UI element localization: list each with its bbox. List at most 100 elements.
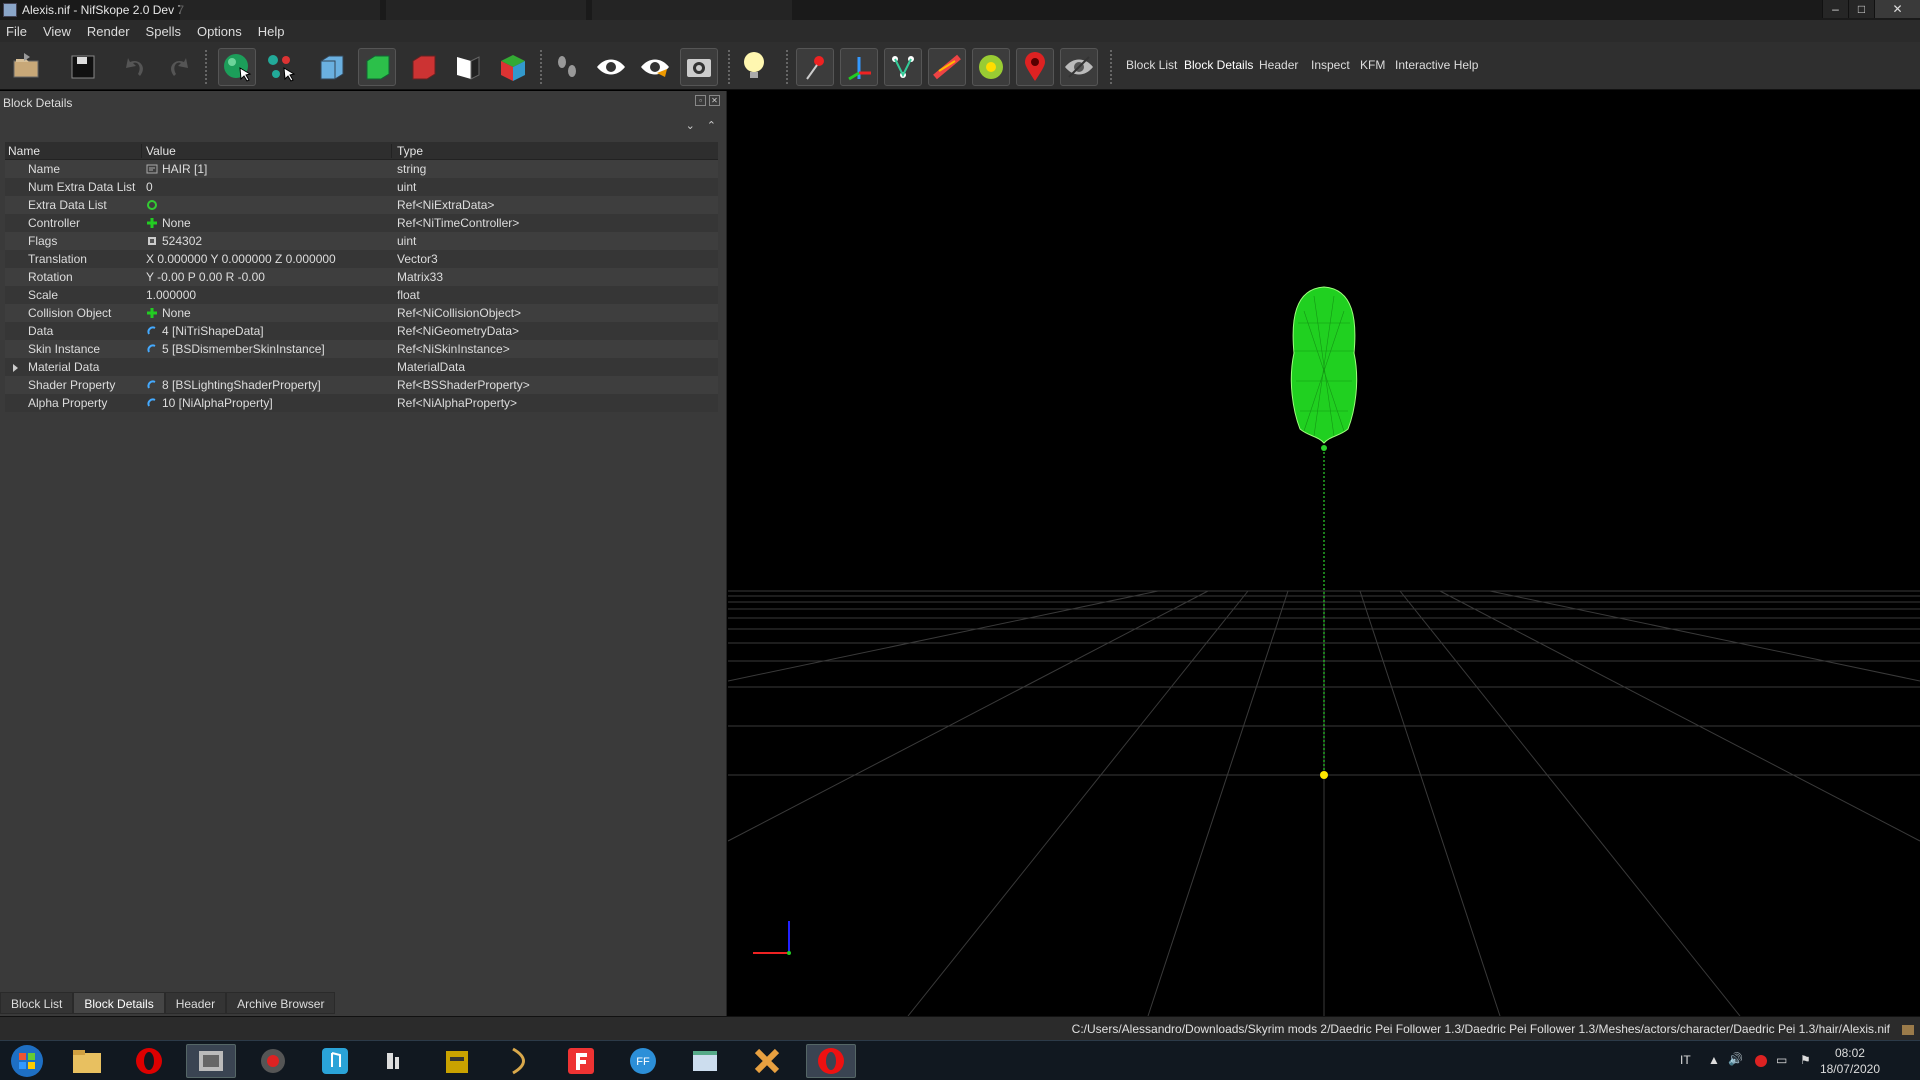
row-value[interactable]: 524302 (142, 234, 392, 248)
row-value[interactable] (142, 199, 392, 211)
close-button[interactable]: ✕ (1874, 0, 1920, 18)
row-value[interactable]: 1.000000 (142, 288, 392, 302)
menu-help[interactable]: Help (258, 24, 285, 39)
tab-block-list[interactable]: Block List (0, 992, 74, 1014)
video-editor-icon[interactable] (186, 1044, 236, 1078)
menu-view[interactable]: View (43, 24, 71, 39)
menu-file[interactable]: File (6, 24, 27, 39)
toolbar-link-interactive-help[interactable]: Interactive Help (1395, 58, 1478, 72)
nodes-icon[interactable] (884, 48, 922, 86)
table-row[interactable]: Translation X 0.000000 Y 0.000000 Z 0.000… (5, 250, 718, 268)
tab-header[interactable]: Header (164, 992, 227, 1014)
row-value[interactable]: None (142, 306, 392, 320)
furniture-icon[interactable] (1016, 48, 1054, 86)
antivirus-tray-icon[interactable] (1754, 1054, 1768, 1080)
audio-tool-icon[interactable] (370, 1044, 420, 1078)
toolbar-link-block-list[interactable]: Block List (1126, 58, 1177, 72)
table-row[interactable]: Scale 1.000000 float (5, 286, 718, 304)
redo-icon[interactable] (160, 48, 198, 86)
view-solid-icon[interactable] (358, 48, 396, 86)
action-center-flag-icon[interactable]: ⚑ (1800, 1053, 1811, 1080)
system-clock[interactable]: 08:02 18/07/2020 (1820, 1045, 1880, 1077)
toolbar-link-header[interactable]: Header (1259, 58, 1298, 72)
table-row[interactable]: Alpha Property 10 [NiAlphaProperty] Ref<Ni… (5, 394, 718, 412)
view-flat-icon[interactable] (404, 48, 442, 86)
column-header-value[interactable]: Value (142, 143, 392, 158)
language-indicator[interactable]: IT (1680, 1053, 1691, 1080)
game-icon[interactable] (248, 1044, 298, 1078)
save-icon[interactable] (64, 48, 102, 86)
eye-hidden-icon[interactable] (636, 48, 674, 86)
hidden-icon[interactable] (1060, 48, 1098, 86)
table-row[interactable]: Num Extra Data List 0 uint (5, 178, 718, 196)
expand-arrow-icon[interactable] (13, 364, 18, 372)
table-row[interactable]: Skin Instance 5 [BSDismemberSkinInstance]… (5, 340, 718, 358)
column-header-name[interactable]: Name (5, 143, 142, 158)
table-row[interactable]: Name HAIR [1] string (5, 160, 718, 178)
opera-icon[interactable] (124, 1044, 174, 1078)
select-vertex-icon[interactable] (262, 48, 300, 86)
archive-icon[interactable] (432, 1044, 482, 1078)
row-value[interactable]: 10 [NiAlphaProperty] (142, 396, 392, 410)
footsteps-icon[interactable] (548, 48, 586, 86)
dock-close-button[interactable]: ✕ (709, 95, 720, 106)
table-row[interactable]: Collision Object None Ref<NiCollisionObjec… (5, 304, 718, 322)
constraints-icon[interactable] (928, 48, 966, 86)
table-row[interactable]: Data 4 [NiTriShapeData] Ref<NiGeometryData… (5, 322, 718, 340)
row-value[interactable]: Y -0.00 P 0.00 R -0.00 (142, 270, 392, 284)
row-value[interactable]: 0 (142, 180, 392, 194)
3d-viewport[interactable] (728, 91, 1920, 1016)
tab-block-details[interactable]: Block Details (73, 992, 165, 1014)
resize-grip[interactable] (1902, 1025, 1914, 1035)
row-value[interactable]: 4 [NiTriShapeData] (142, 324, 392, 338)
select-object-icon[interactable] (218, 48, 256, 86)
bow-icon[interactable] (494, 1044, 544, 1078)
toolbar-link-block-details[interactable]: Block Details (1184, 58, 1253, 72)
tray-expand-icon[interactable]: ▲ (1708, 1053, 1720, 1080)
undo-icon[interactable] (116, 48, 154, 86)
expand-all-icon[interactable]: ⌄ (686, 119, 695, 132)
nifskope-icon[interactable] (742, 1044, 792, 1078)
menu-render[interactable]: Render (87, 24, 130, 39)
music-icon[interactable] (310, 1044, 360, 1078)
row-value[interactable]: X 0.000000 Y 0.000000 Z 0.000000 (142, 252, 392, 266)
ffdec-icon[interactable]: FF (618, 1044, 668, 1078)
table-row[interactable]: Material Data MaterialData (5, 358, 718, 376)
table-row[interactable]: Rotation Y -0.00 P 0.00 R -0.00 Matrix33 (5, 268, 718, 286)
row-value[interactable]: 5 [BSDismemberSkinInstance] (142, 342, 392, 356)
tab-archive-browser[interactable]: Archive Browser (226, 992, 336, 1014)
minimize-button[interactable]: – (1822, 0, 1848, 18)
table-row[interactable]: Extra Data List Ref<NiExtraData> (5, 196, 718, 214)
volume-icon[interactable]: 🔊 (1728, 1052, 1743, 1080)
load-icon[interactable] (8, 48, 46, 86)
view-wireframe-icon[interactable] (312, 48, 350, 86)
table-row[interactable]: Shader Property 8 [BSLightingShaderProper… (5, 376, 718, 394)
fraps-icon[interactable] (556, 1044, 606, 1078)
collapse-all-icon[interactable]: ⌃ (707, 119, 716, 132)
toolbar-link-kfm[interactable]: KFM (1360, 58, 1385, 72)
opera-icon[interactable] (806, 1044, 856, 1078)
axes-icon[interactable] (840, 48, 878, 86)
view-textured-icon[interactable] (494, 48, 532, 86)
screenshot-icon[interactable] (680, 48, 718, 86)
view-back-icon[interactable] (448, 48, 486, 86)
toolbar-link-inspect[interactable]: Inspect (1311, 58, 1350, 72)
light-icon[interactable] (736, 48, 774, 86)
collision-icon[interactable] (796, 48, 834, 86)
window-app-icon[interactable] (680, 1044, 730, 1078)
markers-icon[interactable] (972, 48, 1010, 86)
menu-spells[interactable]: Spells (146, 24, 181, 39)
table-row[interactable]: Controller None Ref<NiTimeController> (5, 214, 718, 232)
row-value[interactable]: 8 [BSLightingShaderProperty] (142, 378, 392, 392)
column-header-type[interactable]: Type (392, 144, 718, 158)
eye-icon[interactable] (592, 48, 630, 86)
dock-float-button[interactable]: ▫ (695, 95, 706, 106)
file-explorer-icon[interactable] (62, 1044, 112, 1078)
row-value[interactable]: HAIR [1] (142, 162, 392, 176)
row-value[interactable]: None (142, 216, 392, 230)
maximize-button[interactable]: □ (1848, 0, 1874, 18)
menu-options[interactable]: Options (197, 24, 242, 39)
start-orb-icon[interactable] (2, 1044, 52, 1078)
table-row[interactable]: Flags 524302 uint (5, 232, 718, 250)
network-icon[interactable]: ▭ (1776, 1053, 1787, 1080)
